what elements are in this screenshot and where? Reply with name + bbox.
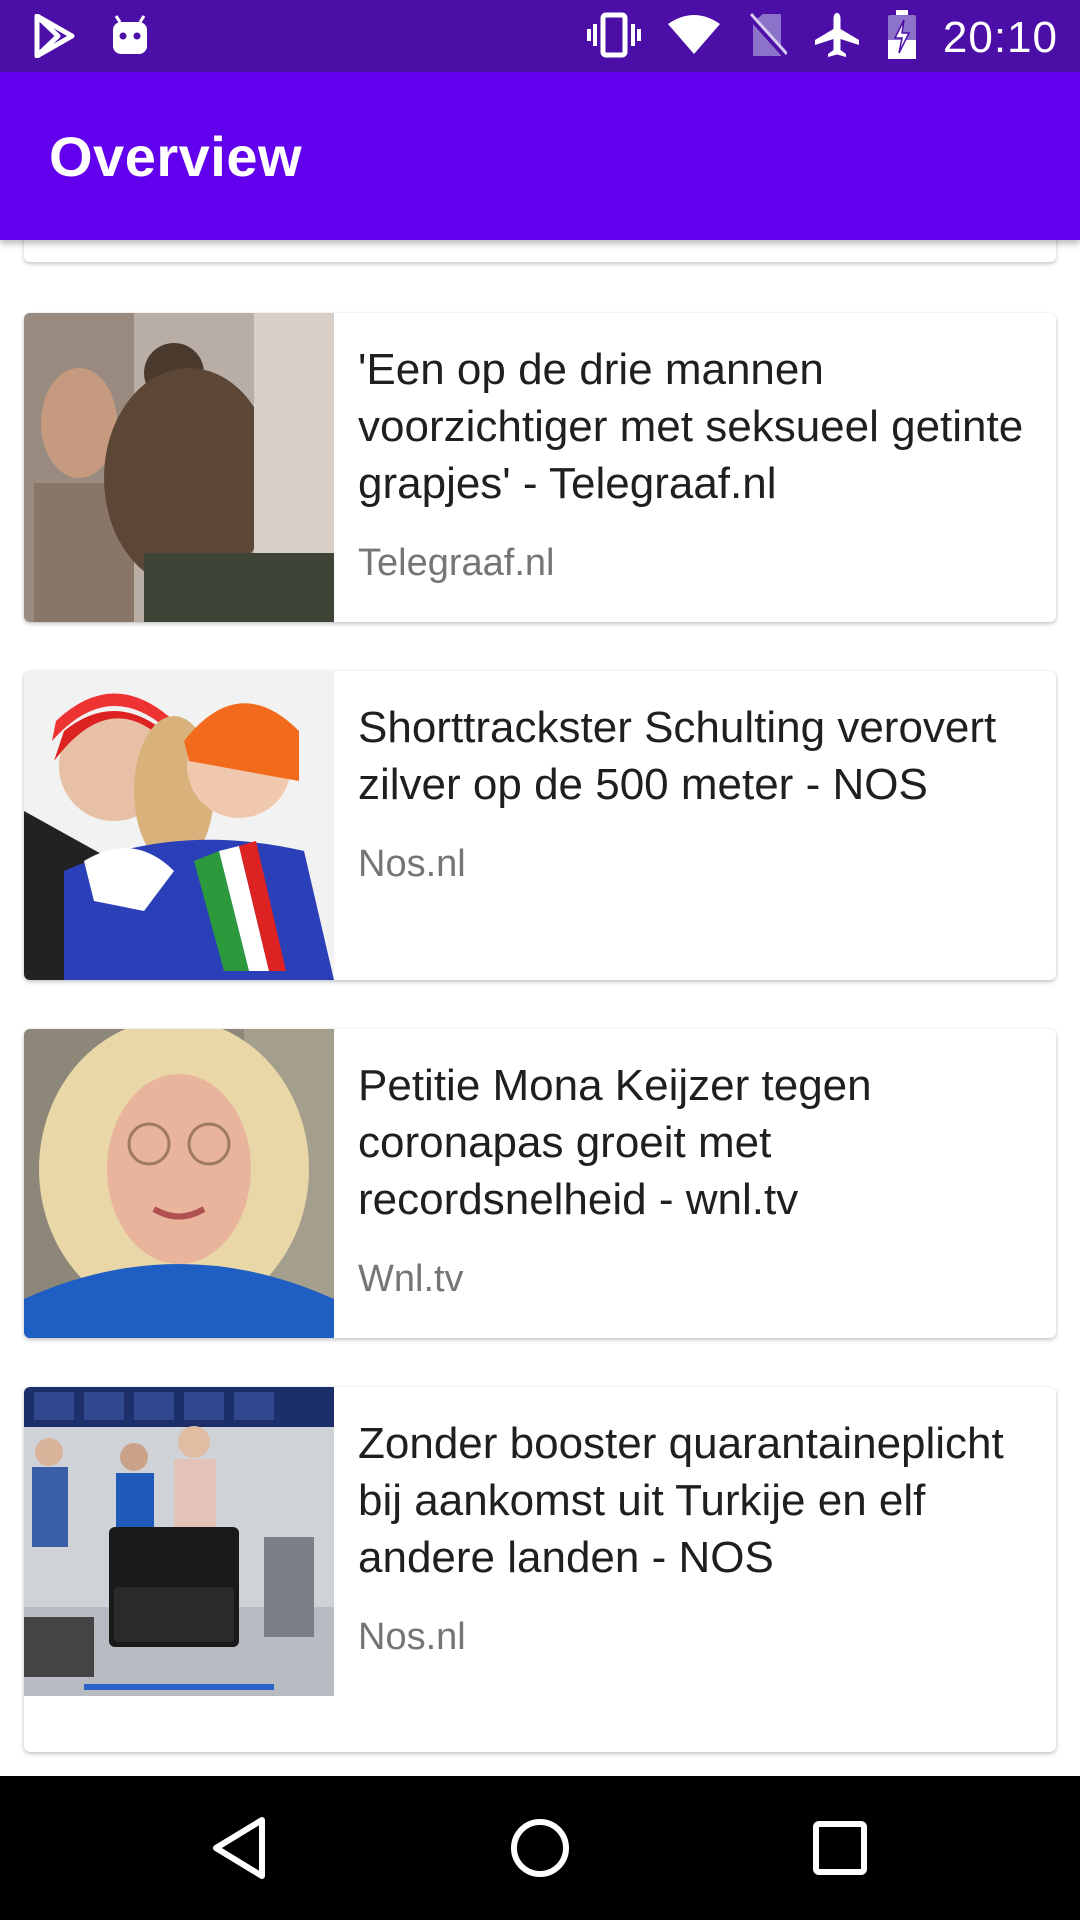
battery-charging-icon (887, 10, 917, 65)
back-icon[interactable] (200, 1808, 280, 1888)
article-thumbnail (24, 1029, 334, 1338)
no-sim-icon (747, 12, 789, 63)
article-thumbnail (24, 1387, 334, 1696)
article-headline: Shorttrackster Schulting verovert zilver… (358, 703, 997, 809)
article-thumbnail (24, 671, 334, 980)
article-source: Telegraaf.nl (358, 542, 555, 584)
status-bar: 20:10 (0, 0, 1080, 72)
article-thumbnail (24, 313, 334, 622)
home-icon[interactable] (500, 1808, 580, 1888)
airplane-mode-icon (813, 11, 861, 64)
article-source: Nos.nl (358, 843, 466, 885)
list-item[interactable]: Petitie Mona Keijzer tegen coronapas gro… (24, 1029, 1056, 1338)
list-item[interactable]: Shorttrackster Schulting verovert zilver… (24, 671, 1056, 980)
article-source: Wnl.tv (358, 1258, 464, 1300)
vibrate-icon (586, 12, 641, 63)
article-headline: Zonder booster quarantaineplicht bij aan… (358, 1419, 1004, 1582)
article-source: Nos.nl (358, 1616, 466, 1658)
article-headline: Petitie Mona Keijzer tegen coronapas gro… (358, 1061, 872, 1224)
android-debug-icon (110, 14, 150, 63)
page-title: Overview (49, 125, 303, 188)
wifi-icon (667, 14, 721, 61)
list-item[interactable] (24, 240, 1056, 262)
navigation-bar (0, 1776, 1080, 1920)
play-store-icon (34, 13, 76, 63)
app-bar: Overview (0, 72, 1080, 240)
recents-icon[interactable] (800, 1808, 880, 1888)
list-item[interactable]: Zonder booster quarantaineplicht bij aan… (24, 1387, 1056, 1752)
article-headline: 'Een op de drie mannen voorzichtiger met… (358, 345, 1024, 508)
status-time: 20:10 (942, 12, 1058, 62)
list-item[interactable]: 'Een op de drie mannen voorzichtiger met… (24, 313, 1056, 622)
article-list[interactable]: 'Een op de drie mannen voorzichtiger met… (0, 240, 1080, 1776)
